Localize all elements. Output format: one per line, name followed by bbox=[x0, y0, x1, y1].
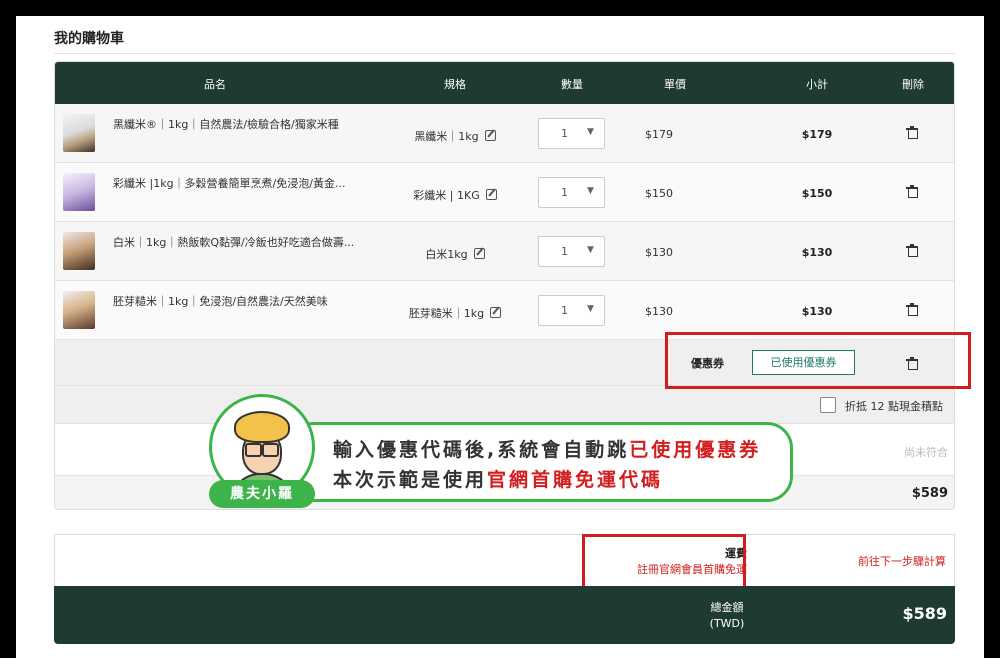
trash-icon[interactable] bbox=[906, 303, 918, 316]
unit-price: $150 bbox=[645, 187, 673, 200]
cart-title: 我的購物車 bbox=[54, 31, 124, 47]
quantity-value: 1 bbox=[561, 186, 568, 199]
product-spec[interactable]: 白米1kg bbox=[385, 246, 525, 262]
header-qty: 數量 bbox=[561, 78, 583, 91]
product-image[interactable] bbox=[63, 291, 95, 329]
product-image[interactable] bbox=[63, 232, 95, 270]
grand-total-label: 總金額 (TWD) bbox=[702, 600, 752, 632]
product-name[interactable]: 胚芽糙米｜1kg｜免浸泡/自然農法/天然美味 bbox=[113, 293, 373, 309]
header-subtotal: 小計 bbox=[806, 78, 828, 91]
spec-label: 胚芽糙米｜1kg bbox=[408, 307, 485, 320]
callout-line-2: 本次示範是使用官網首購免運代碼 bbox=[333, 465, 663, 492]
eligibility-status: 尚未符合 bbox=[904, 446, 948, 459]
callout-highlight: 官網首購免運代碼 bbox=[487, 469, 664, 491]
edit-icon[interactable] bbox=[473, 248, 485, 259]
header-price: 單價 bbox=[664, 78, 686, 91]
unit-price: $130 bbox=[645, 246, 673, 259]
product-name[interactable]: 白米｜1kg｜熱飯軟Q黏彈/冷飯也好吃適合做壽... bbox=[113, 234, 373, 250]
chevron-down-icon: ▼ bbox=[587, 127, 594, 137]
grand-total-value: $589 bbox=[902, 604, 947, 623]
cart-page: 我的購物車 品名 規格 數量 單價 小計 刪除 黑纖米®｜1kg｜自然農法/檢驗… bbox=[16, 16, 984, 658]
product-spec[interactable]: 黑纖米｜1kg bbox=[385, 128, 525, 144]
unit-price: $179 bbox=[645, 128, 673, 141]
chevron-down-icon: ▼ bbox=[587, 304, 594, 314]
header-delete: 刪除 bbox=[902, 78, 924, 91]
straw-hat-icon bbox=[234, 411, 290, 443]
quantity-select[interactable]: 1 ▼ bbox=[538, 236, 605, 267]
product-spec[interactable]: 胚芽糙米｜1kg bbox=[385, 305, 525, 321]
callout-line-1: 輸入優惠代碼後,系統會自動跳已使用優惠券 bbox=[333, 435, 761, 462]
quantity-value: 1 bbox=[561, 127, 568, 140]
mascot-name: 農夫小羅 bbox=[209, 480, 315, 508]
shipping-row: 運費 註冊官網會員首購免運 前往下一步驟計算 bbox=[54, 534, 955, 586]
callout-text: 本次示範是使用 bbox=[333, 469, 488, 491]
quantity-select[interactable]: 1 ▼ bbox=[538, 177, 605, 208]
grand-total-label-main: 總金額 bbox=[710, 601, 744, 614]
quantity-select[interactable]: 1 ▼ bbox=[538, 118, 605, 149]
table-header: 品名 規格 數量 單價 小計 刪除 bbox=[55, 62, 954, 104]
grand-total-bar: 總金額 (TWD) $589 bbox=[54, 586, 955, 644]
edit-icon[interactable] bbox=[490, 307, 502, 318]
quantity-value: 1 bbox=[561, 304, 568, 317]
chevron-down-icon: ▼ bbox=[587, 245, 594, 255]
callout-highlight: 已使用優惠券 bbox=[629, 439, 762, 461]
product-name[interactable]: 彩纖米 |1kg｜多穀營養簡單烹煮/免浸泡/黃金... bbox=[113, 175, 373, 191]
points-row: 折抵 12 點現金積點 bbox=[55, 386, 954, 424]
trash-icon[interactable] bbox=[906, 126, 918, 139]
highlight-shipping-box bbox=[582, 534, 746, 591]
spec-label: 黑纖米｜1kg bbox=[414, 130, 479, 143]
highlight-coupon-box bbox=[665, 332, 971, 389]
glasses-icon bbox=[245, 443, 279, 457]
edit-icon[interactable] bbox=[485, 189, 497, 200]
spec-label: 彩纖米 | 1KG bbox=[413, 189, 480, 202]
trash-icon[interactable] bbox=[906, 185, 918, 198]
edit-icon[interactable] bbox=[484, 130, 496, 141]
product-spec[interactable]: 彩纖米 | 1KG bbox=[385, 187, 525, 203]
table-row: 白米｜1kg｜熱飯軟Q黏彈/冷飯也好吃適合做壽... 白米1kg 1 ▼ $130… bbox=[55, 222, 954, 281]
callout-text: 輸入優惠代碼後,系統會自動跳 bbox=[333, 439, 630, 461]
points-label: 折抵 12 點現金積點 bbox=[845, 400, 943, 413]
callout-bubble: 輸入優惠代碼後,系統會自動跳已使用優惠券 本次示範是使用官網首購免運代碼 bbox=[288, 422, 793, 502]
quantity-value: 1 bbox=[561, 245, 568, 258]
line-subtotal: $130 bbox=[801, 305, 833, 318]
points-checkbox[interactable] bbox=[820, 397, 836, 413]
header-spec: 規格 bbox=[444, 78, 466, 91]
grand-total-label-currency: (TWD) bbox=[709, 617, 745, 630]
product-name[interactable]: 黑纖米®｜1kg｜自然農法/檢驗合格/獨家米種 bbox=[113, 116, 373, 132]
unit-price: $130 bbox=[645, 305, 673, 318]
table-row: 彩纖米 |1kg｜多穀營養簡單烹煮/免浸泡/黃金... 彩纖米 | 1KG 1 ▼… bbox=[55, 163, 954, 222]
header-name: 品名 bbox=[204, 78, 226, 91]
divider bbox=[54, 53, 955, 54]
product-image[interactable] bbox=[63, 114, 95, 152]
line-subtotal: $130 bbox=[801, 246, 833, 259]
product-image[interactable] bbox=[63, 173, 95, 211]
spec-label: 白米1kg bbox=[425, 248, 468, 261]
table-row: 黑纖米®｜1kg｜自然農法/檢驗合格/獨家米種 黑纖米｜1kg 1 ▼ $179 … bbox=[55, 104, 954, 163]
quantity-select[interactable]: 1 ▼ bbox=[538, 295, 605, 326]
line-subtotal: $150 bbox=[801, 187, 833, 200]
chevron-down-icon: ▼ bbox=[587, 186, 594, 196]
next-step-link[interactable]: 前往下一步驟計算 bbox=[858, 553, 946, 569]
line-subtotal: $179 bbox=[801, 128, 833, 141]
trash-icon[interactable] bbox=[906, 244, 918, 257]
cart-total: $589 bbox=[911, 486, 948, 501]
